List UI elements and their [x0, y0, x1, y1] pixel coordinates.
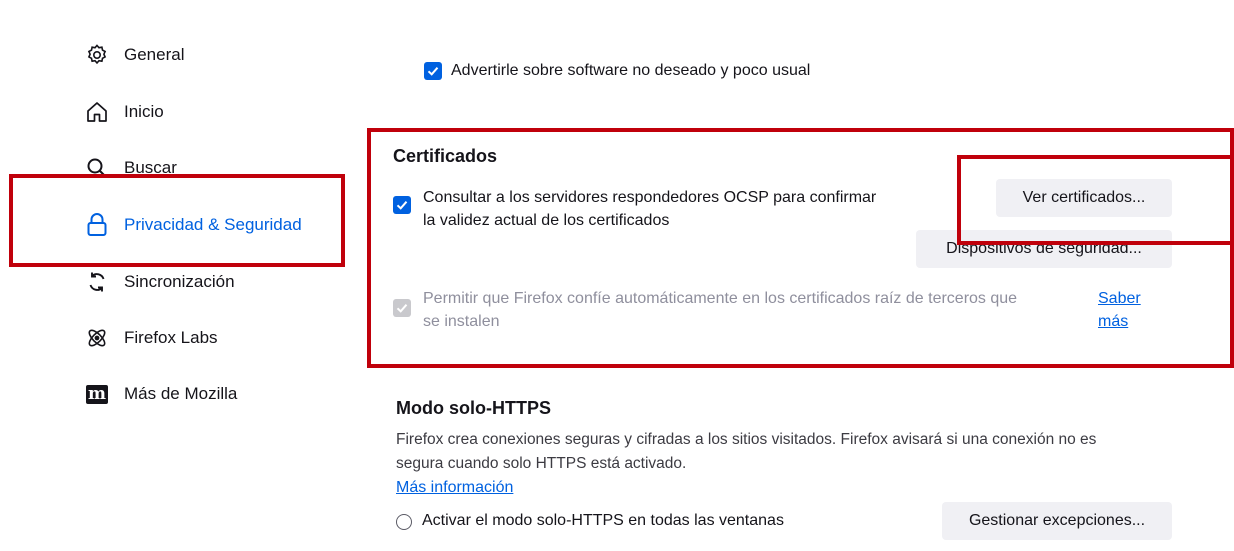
unwanted-software-checkbox[interactable] — [424, 62, 442, 80]
sidebar-item-inicio[interactable]: Inicio — [84, 92, 164, 132]
sidebar-item-label: Privacidad & Seguridad — [124, 215, 302, 234]
ocsp-label-line1: Consultar a los servidores respondedores… — [423, 189, 877, 206]
sidebar-item-privacidad[interactable]: Privacidad & Seguridad — [84, 205, 302, 245]
sidebar-item-label: General — [124, 45, 185, 64]
third-party-roots-label-line2: se instalen — [423, 313, 500, 330]
sync-icon — [84, 269, 110, 295]
sidebar-item-firefox-labs[interactable]: Firefox Labs — [84, 318, 218, 358]
search-icon — [84, 155, 110, 181]
ocsp-checkbox[interactable] — [393, 196, 411, 214]
https-all-windows-radio[interactable] — [396, 514, 412, 530]
sidebar-item-label: Sincronización — [124, 272, 235, 291]
https-only-description-line1: Firefox crea conexiones seguras y cifrad… — [396, 431, 1097, 448]
learn-more-link-line2[interactable]: más — [1098, 310, 1128, 333]
sidebar-item-label: Firefox Labs — [124, 328, 218, 347]
third-party-roots-checkbox[interactable] — [393, 299, 411, 317]
check-icon — [396, 201, 408, 210]
sidebar-item-label: Más de Mozilla — [124, 384, 238, 403]
ocsp-label-line2: la validez actual de los certificados — [423, 212, 670, 229]
more-info-link[interactable]: Más información — [396, 476, 513, 499]
manage-exceptions-button[interactable]: Gestionar excepciones... — [942, 502, 1172, 540]
check-icon — [427, 67, 439, 76]
third-party-roots-label-line1: Permitir que Firefox confíe automáticame… — [423, 290, 1018, 307]
home-icon — [84, 99, 110, 125]
check-icon — [396, 304, 408, 313]
sidebar-item-buscar[interactable]: Buscar — [84, 148, 177, 188]
https-only-description-line2: segura cuando solo HTTPS está activado. — [396, 455, 687, 472]
sidebar-item-label: Inicio — [124, 102, 164, 121]
lock-icon — [84, 212, 110, 238]
sidebar-item-general[interactable]: General — [84, 35, 184, 75]
unwanted-software-label: Advertirle sobre software no deseado y p… — [451, 62, 811, 79]
sidebar-item-sincronizacion[interactable]: Sincronización — [84, 262, 235, 302]
sidebar-item-mas-de-mozilla[interactable]: m Más de Mozilla — [84, 374, 237, 414]
certificates-heading: Certificados — [393, 146, 498, 166]
mozilla-icon: m — [86, 383, 108, 404]
https-only-heading: Modo solo-HTTPS — [396, 398, 551, 418]
labs-icon — [84, 325, 110, 351]
learn-more-link-line1[interactable]: Saber — [1098, 287, 1141, 310]
https-all-windows-label: Activar el modo solo-HTTPS en todas las … — [422, 512, 784, 529]
sidebar-item-label: Buscar — [124, 158, 177, 177]
security-devices-button[interactable]: Dispositivos de seguridad... — [916, 230, 1172, 268]
gear-icon — [84, 42, 110, 68]
view-certificates-button[interactable]: Ver certificados... — [996, 179, 1172, 217]
